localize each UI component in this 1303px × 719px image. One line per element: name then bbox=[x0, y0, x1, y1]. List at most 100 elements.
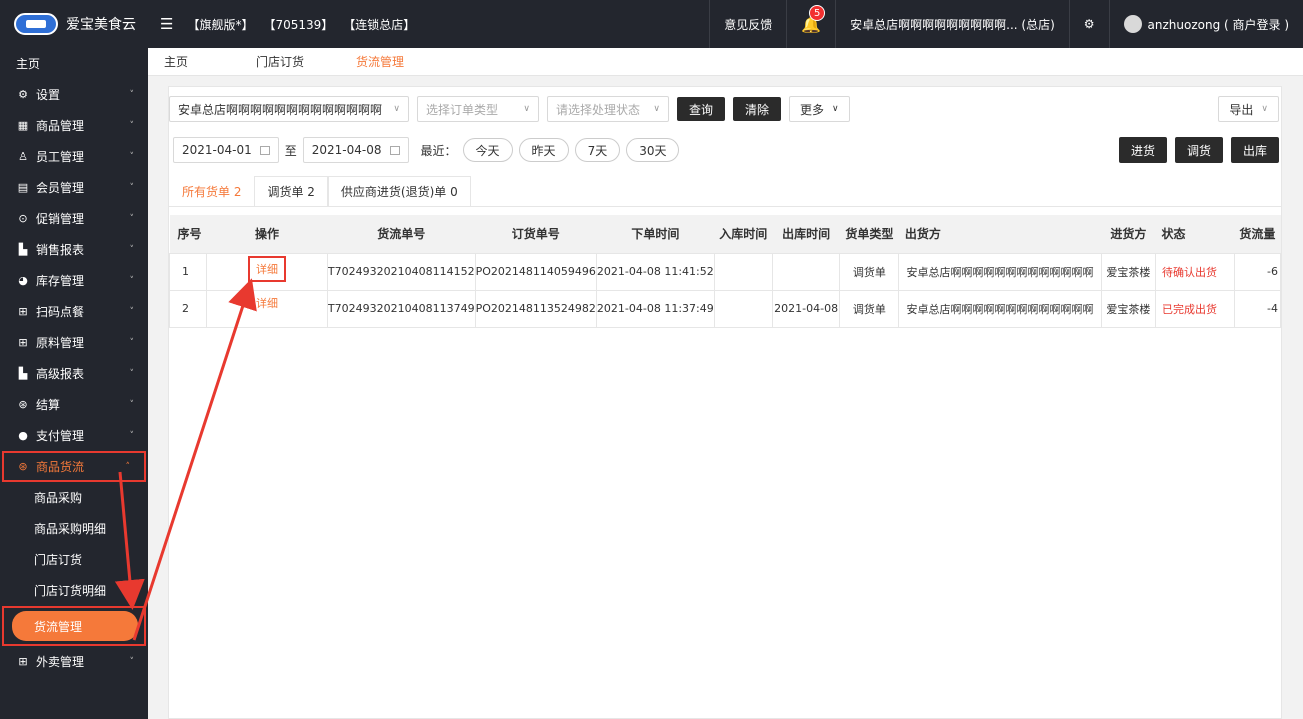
cell-flow-no: T70249320210408113749 bbox=[326, 289, 476, 328]
chevron-down-icon: ˅ bbox=[129, 430, 135, 441]
app-name: 爱宝美食云 bbox=[66, 17, 136, 33]
sidebar-item-label: 主页 bbox=[16, 57, 41, 71]
chevron-down-icon: ˅ bbox=[129, 244, 135, 255]
sidebar-item-takeout[interactable]: ⊞ 外卖管理 ˅ bbox=[0, 646, 148, 677]
sidebar-item-settle[interactable]: ⊛ 结算 ˅ bbox=[0, 389, 148, 420]
order-type-tabs: 所有货单 2 调货单 2 供应商进货(退货)单 0 bbox=[169, 173, 1281, 207]
date-filter-row: 2021-04-01 至 2021-04-08 最近： 今天 昨天 7天 30天 bbox=[173, 137, 680, 163]
cell-in-time bbox=[713, 252, 773, 291]
stock-in-button[interactable]: 进货 bbox=[1118, 137, 1167, 163]
sidebar-item-label: 支付管理 bbox=[36, 429, 85, 443]
annotation-box-detail: 详细 bbox=[247, 255, 286, 282]
detail-link[interactable]: 详细 bbox=[256, 263, 278, 276]
col-qty: 货流量 bbox=[1234, 215, 1281, 254]
goods-flow-icon: ⊛ bbox=[18, 460, 28, 473]
quick-today[interactable]: 今天 bbox=[462, 138, 513, 162]
export-button[interactable]: 导出 ∨ bbox=[1218, 96, 1279, 122]
sidebar-item-scan-order[interactable]: ⊞ 扫码点餐 ˅ bbox=[0, 296, 148, 327]
member-icon: ▤ bbox=[17, 181, 29, 194]
goods-flow-table: 序号 操作 货流单号 订货单号 下单时间 入库时间 出库时间 货单类型 出货方 … bbox=[168, 215, 1282, 328]
chevron-down-icon: ˅ bbox=[129, 368, 135, 379]
sidebar-subitem-store-order[interactable]: 门店订货 bbox=[0, 544, 148, 575]
cell-order-no: PO202148114059496 bbox=[474, 252, 597, 291]
cell-to: 爱宝茶楼 bbox=[1100, 252, 1156, 291]
cell-from: 安卓总店啊啊啊啊啊啊啊啊啊啊啊啊啊 bbox=[898, 252, 1102, 291]
sidebar-item-home[interactable]: 主页 bbox=[0, 48, 148, 79]
sidebar-item-label: 外卖管理 bbox=[36, 655, 85, 669]
scan-icon: ⊞ bbox=[18, 305, 28, 318]
order-type-select[interactable]: 选择订单类型 ∨ bbox=[417, 96, 539, 122]
menu-toggle-icon[interactable]: ☰ bbox=[160, 15, 173, 33]
sidebar-item-pay[interactable]: ● 支付管理 ˅ bbox=[0, 420, 148, 451]
date-from-value: 2021-04-01 bbox=[182, 143, 252, 157]
date-to-value: 2021-04-08 bbox=[311, 143, 382, 157]
cell-status: 待确认出货 bbox=[1154, 252, 1235, 291]
stock-icon: ◕ bbox=[18, 274, 28, 287]
sidebar-item-settings[interactable]: ⚙ 设置 ˅ bbox=[0, 79, 148, 110]
sidebar-item-label: 员工管理 bbox=[36, 150, 85, 164]
sidebar-item-staff[interactable]: ♙ 员工管理 ˅ bbox=[0, 141, 148, 172]
quick-yesterday[interactable]: 昨天 bbox=[518, 138, 569, 162]
col-order-no: 订货单号 bbox=[475, 215, 597, 254]
recent-label: 最近： bbox=[420, 143, 457, 158]
sidebar-item-label: 原料管理 bbox=[36, 336, 85, 350]
chart-icon: ▙ bbox=[18, 367, 28, 380]
sidebar-item-goods-flow[interactable]: ⊛ 商品货流 ˄ bbox=[2, 451, 146, 482]
gear-icon: ⚙ bbox=[1083, 17, 1095, 31]
date-to-input[interactable]: 2021-04-08 bbox=[302, 137, 409, 163]
date-from-input[interactable]: 2021-04-01 bbox=[173, 137, 279, 163]
user-menu[interactable]: anzhuozong ( 商户登录 ) bbox=[1108, 0, 1303, 48]
sidebar-item-member[interactable]: ▤ 会员管理 ˅ bbox=[0, 172, 148, 203]
cell-qty: -6 bbox=[1233, 252, 1282, 291]
table-row: 2 详细 T70249320210408113749 PO20214811352… bbox=[168, 289, 1282, 328]
store-switcher[interactable]: 安卓总店啊啊啊啊啊啊啊啊啊... (总店) bbox=[835, 0, 1069, 48]
tab-store-order[interactable]: 门店订货 bbox=[204, 53, 320, 70]
chevron-down-icon: ˅ bbox=[129, 306, 135, 317]
more-button[interactable]: 更多 ∨ bbox=[789, 96, 850, 122]
quick-30days[interactable]: 30天 bbox=[626, 138, 680, 162]
transfer-button[interactable]: 调货 bbox=[1174, 137, 1223, 163]
sidebar-item-label: 商品货流 bbox=[36, 460, 85, 474]
chevron-up-icon: ˄ bbox=[125, 461, 131, 472]
edition-label: 【旗舰版*】 bbox=[187, 17, 254, 32]
sidebar-item-label: 商品管理 bbox=[36, 119, 85, 133]
stock-out-button[interactable]: 出库 bbox=[1230, 137, 1279, 163]
sidebar-item-stock[interactable]: ◕ 库存管理 ˅ bbox=[0, 265, 148, 296]
sidebar-item-advanced-report[interactable]: ▙ 高级报表 ˅ bbox=[0, 358, 148, 389]
tab-transfer-orders[interactable]: 调货单 2 bbox=[254, 176, 328, 206]
chart-icon: ▙ bbox=[18, 243, 28, 256]
status-select[interactable]: 请选择处理状态 ∨ bbox=[547, 96, 669, 122]
sidebar-item-sales-report[interactable]: ▙ 销售报表 ˅ bbox=[0, 234, 148, 265]
col-type: 货单类型 bbox=[839, 215, 899, 254]
tab-home[interactable]: 主页 bbox=[148, 53, 204, 70]
sidebar-item-label: 结算 bbox=[36, 398, 61, 412]
sidebar-subitem-store-order-detail[interactable]: 门店订货明细 bbox=[0, 575, 148, 606]
feedback-link[interactable]: 意见反馈 bbox=[709, 0, 786, 48]
top-bar: 爱宝美食云 ☰ 【旗舰版*】 【705139】 【连锁总店】 意见反馈 🔔 5 安… bbox=[0, 0, 1303, 48]
detail-link[interactable]: 详细 bbox=[256, 297, 278, 310]
quick-7days[interactable]: 7天 bbox=[574, 138, 621, 162]
clear-button[interactable]: 清除 bbox=[733, 97, 782, 121]
tab-supplier-orders[interactable]: 供应商进货(退货)单 0 bbox=[327, 176, 471, 206]
sidebar-item-goods[interactable]: ▦ 商品管理 ˅ bbox=[0, 110, 148, 141]
store-select[interactable]: 安卓总店啊啊啊啊啊啊啊啊啊啊啊啊啊 ∨ bbox=[169, 96, 409, 122]
logo[interactable]: 爱宝美食云 bbox=[0, 0, 148, 48]
sidebar-item-material[interactable]: ⊞ 原料管理 ˅ bbox=[0, 327, 148, 358]
query-button[interactable]: 查询 bbox=[677, 97, 726, 121]
tab-all-orders[interactable]: 所有货单 2 bbox=[169, 176, 254, 206]
cell-order-no: PO202148113524982 bbox=[474, 289, 597, 328]
col-op: 操作 bbox=[206, 215, 328, 254]
pay-icon: ● bbox=[18, 429, 28, 442]
sidebar-subitem-purchase-detail[interactable]: 商品采购明细 bbox=[0, 513, 148, 544]
chevron-down-icon: ˅ bbox=[129, 337, 135, 348]
tab-flow-management[interactable]: 货流管理 bbox=[320, 53, 420, 70]
col-in-time: 入库时间 bbox=[714, 215, 773, 254]
chevron-down-icon: ∨ bbox=[393, 104, 400, 114]
sidebar-subitem-flow-management[interactable]: 货流管理 bbox=[12, 611, 138, 641]
sidebar-item-promo[interactable]: ⊙ 促销管理 ˅ bbox=[0, 203, 148, 234]
notification-button[interactable]: 🔔 5 bbox=[786, 0, 835, 48]
cell-from: 安卓总店啊啊啊啊啊啊啊啊啊啊啊啊啊 bbox=[898, 289, 1102, 328]
settings-button[interactable]: ⚙ bbox=[1068, 0, 1109, 48]
sidebar-subitem-purchase[interactable]: 商品采购 bbox=[0, 482, 148, 513]
cell-out-time: 2021-04-08 bbox=[771, 289, 841, 328]
